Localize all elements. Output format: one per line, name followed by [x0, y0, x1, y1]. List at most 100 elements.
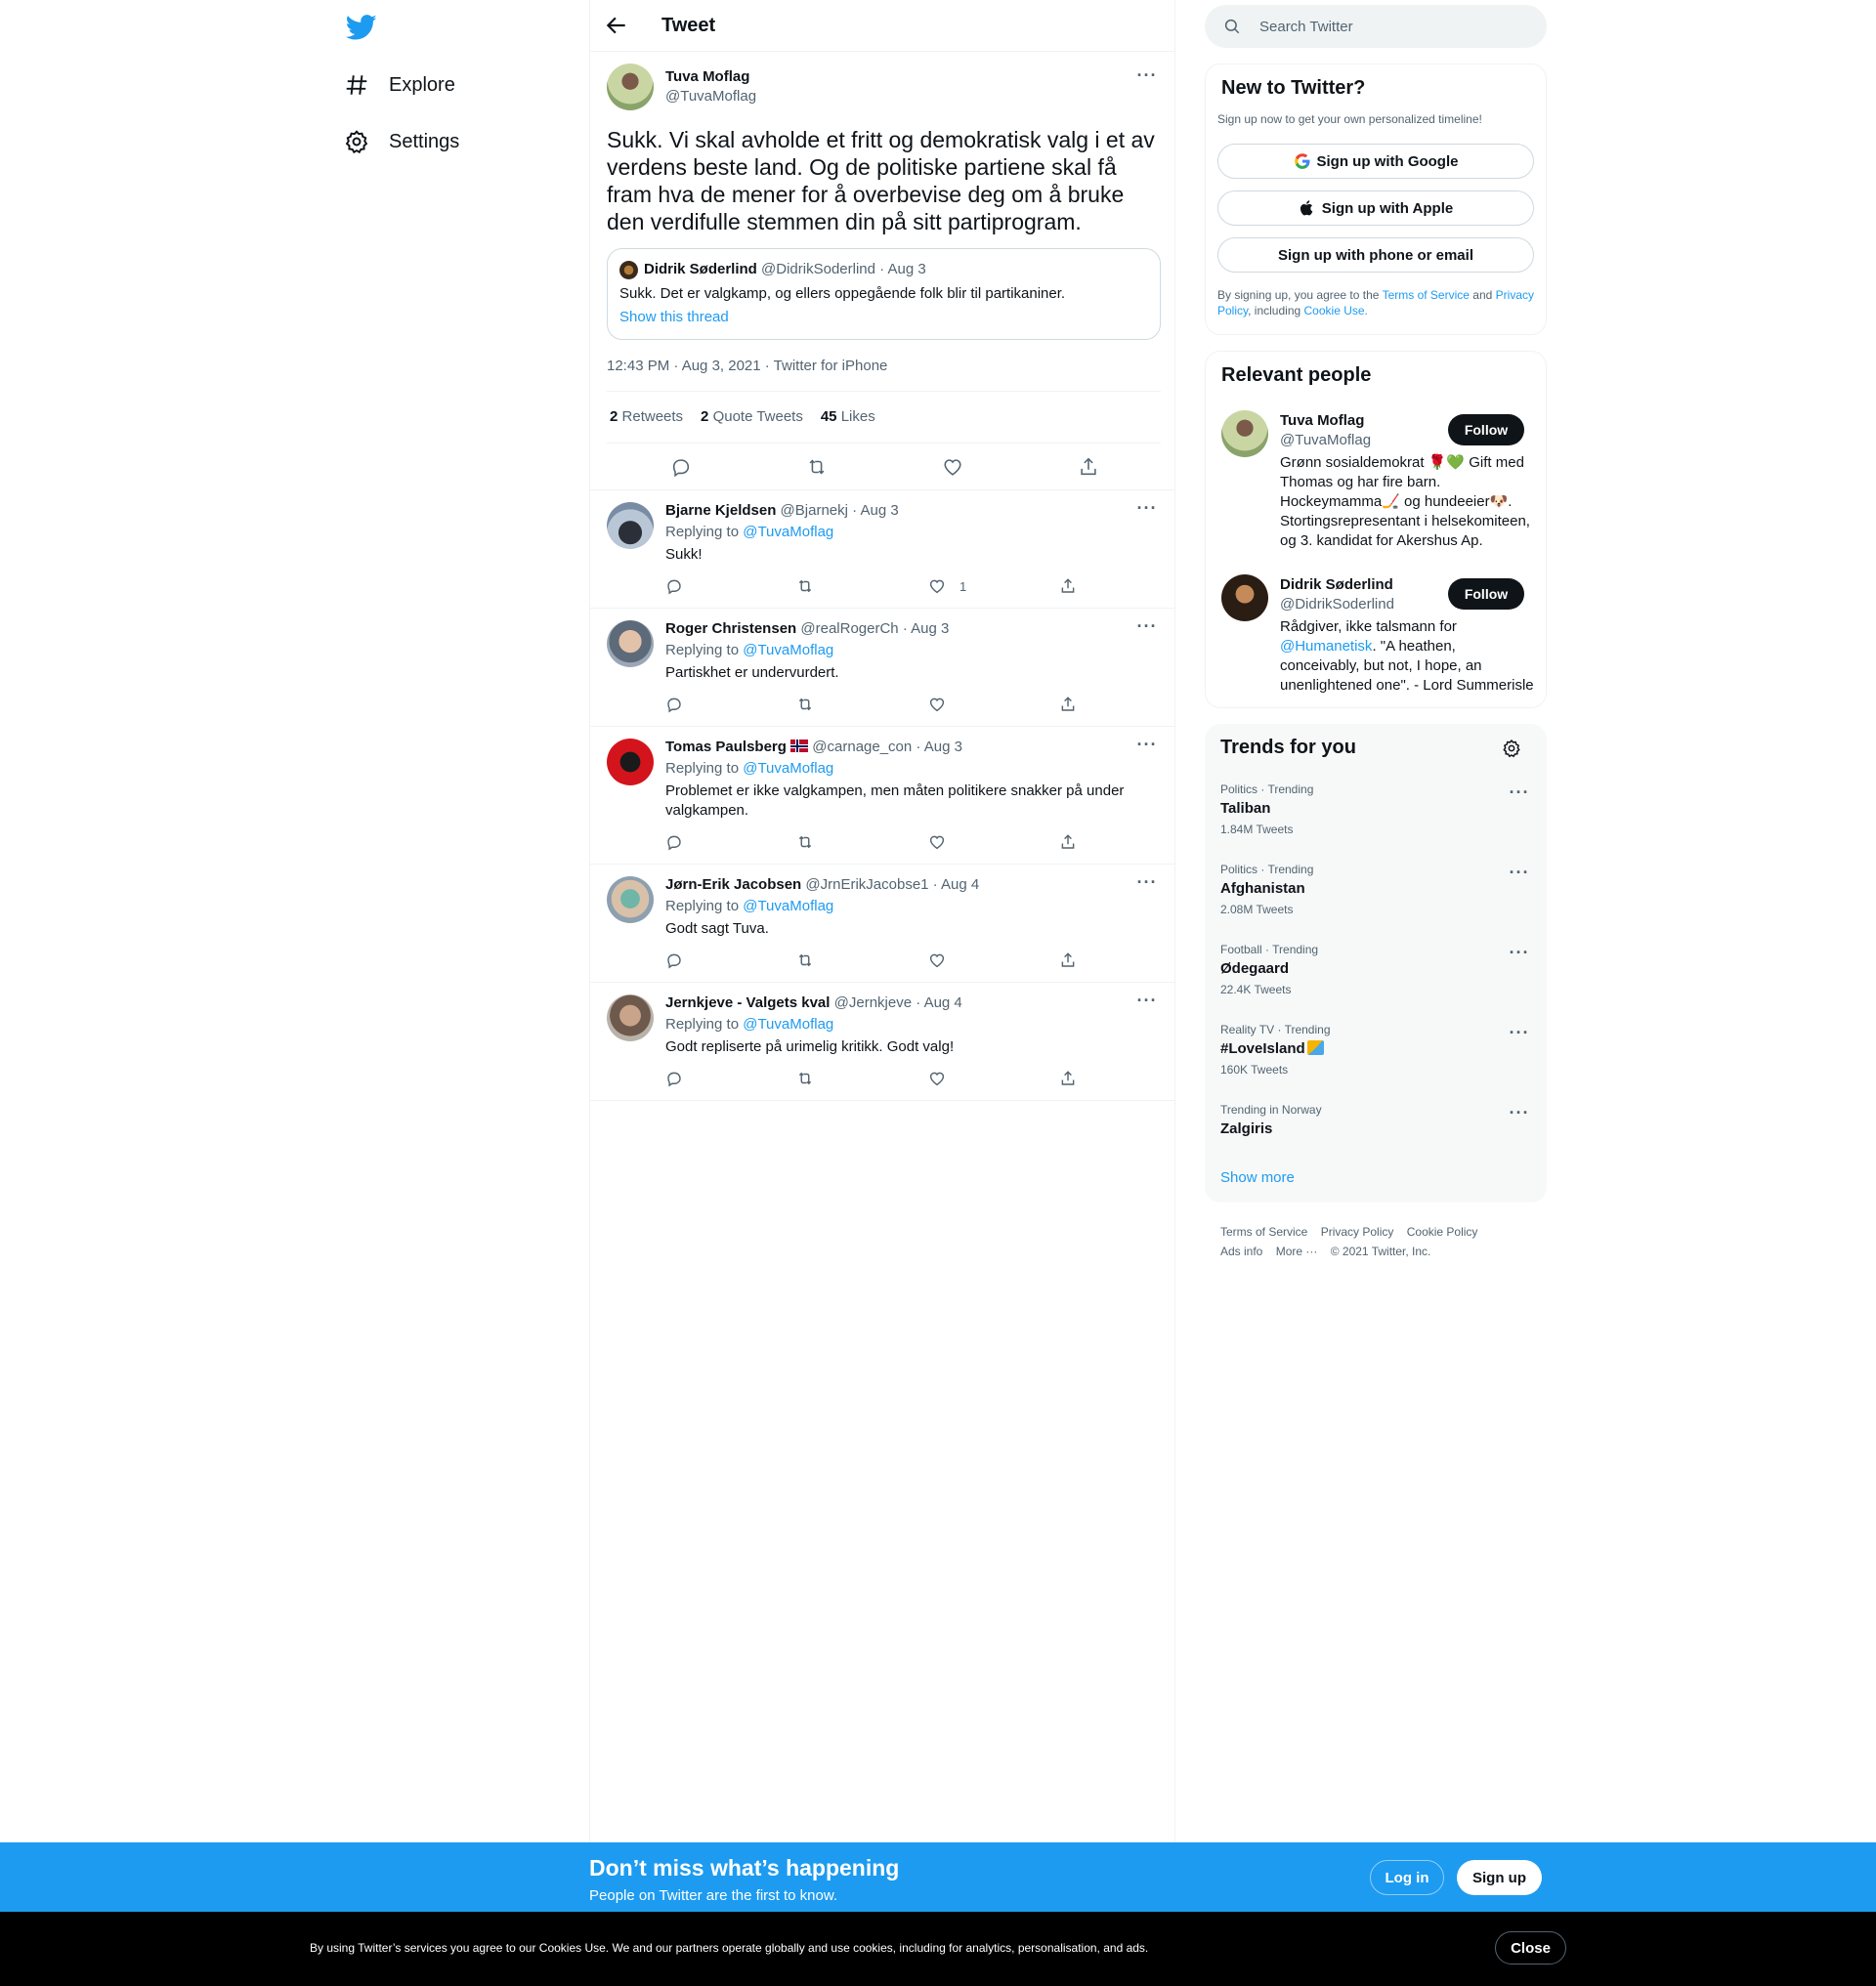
nav-explore[interactable]: Explore [344, 62, 455, 108]
reply-author-handle[interactable]: @Bjarnekj [781, 502, 848, 519]
settings-gear-icon[interactable] [1502, 739, 1521, 758]
signup-apple-button[interactable]: Sign up with Apple [1217, 190, 1534, 226]
reply-tweet[interactable]: Roger Christensen @realRogerCh · Aug 3 R… [590, 609, 1174, 727]
reply-author-name[interactable]: Jørn-Erik Jacobsen [665, 876, 801, 893]
follow-button[interactable]: Follow [1448, 578, 1524, 610]
person-handle[interactable]: @TuvaMoflag [1280, 432, 1371, 448]
more-icon[interactable]: ··· [1135, 992, 1159, 1016]
search-input[interactable] [1259, 5, 1533, 48]
more-icon[interactable]: ··· [1508, 1024, 1531, 1048]
more-icon[interactable]: ··· [1135, 873, 1159, 898]
reply-icon[interactable] [665, 577, 683, 595]
footer-more-link[interactable]: More ··· [1276, 1245, 1318, 1258]
mention-link[interactable]: @TuvaMoflag [743, 898, 833, 914]
retweet-icon[interactable] [796, 696, 814, 713]
tweet-timestamp[interactable]: 12:43 PM · Aug 3, 2021 · Twitter for iPh… [607, 358, 887, 374]
avatar[interactable] [607, 876, 654, 923]
reply-tweet[interactable]: Jernkjeve - Valgets kval @Jernkjeve · Au… [590, 983, 1174, 1101]
reply-author-name[interactable]: Bjarne Kjeldsen [665, 502, 776, 519]
like-icon[interactable] [928, 833, 946, 851]
reply-author-handle[interactable]: @JrnErikJacobse1 [805, 876, 928, 893]
more-icon[interactable]: ··· [1135, 499, 1159, 524]
like-icon[interactable] [928, 696, 946, 713]
reply-author-name[interactable]: Roger Christensen [665, 620, 796, 637]
likes-stat[interactable]: 45 Likes [821, 408, 875, 425]
reply-author-handle[interactable]: @Jernkjeve [834, 994, 912, 1011]
retweet-icon[interactable] [796, 951, 814, 969]
trend-item[interactable]: Politics · Trending Taliban 1.84M Tweets… [1220, 782, 1531, 836]
show-thread-link[interactable]: Show this thread [619, 309, 729, 325]
back-arrow-icon[interactable] [604, 13, 629, 38]
avatar[interactable] [607, 994, 654, 1041]
avatar[interactable] [1221, 410, 1268, 457]
mention-link[interactable]: @TuvaMoflag [743, 524, 833, 540]
quoted-tweet[interactable]: Didrik Søderlind @DidrikSoderlind · Aug … [607, 248, 1161, 340]
footer-cookie-link[interactable]: Cookie Policy [1407, 1225, 1478, 1239]
reply-icon[interactable] [670, 456, 692, 478]
more-icon[interactable]: ··· [1135, 736, 1159, 760]
footer-terms-link[interactable]: Terms of Service [1220, 1225, 1307, 1239]
more-icon[interactable]: ··· [1508, 1104, 1531, 1128]
retweet-icon[interactable] [796, 577, 814, 595]
signup-button[interactable]: Sign up [1457, 1860, 1542, 1895]
mention-link[interactable]: @TuvaMoflag [743, 760, 833, 777]
share-icon[interactable] [1059, 696, 1077, 713]
avatar[interactable] [607, 620, 654, 667]
person-name[interactable]: Didrik Søderlind [1280, 576, 1393, 593]
like-icon[interactable] [928, 577, 946, 595]
mention-link[interactable]: @TuvaMoflag [743, 1016, 833, 1033]
retweets-stat[interactable]: 2 Retweets [610, 408, 683, 425]
author-handle[interactable]: @TuvaMoflag [665, 88, 756, 105]
search-box[interactable] [1205, 5, 1547, 48]
avatar[interactable] [607, 502, 654, 549]
share-icon[interactable] [1078, 456, 1099, 478]
avatar[interactable] [607, 739, 654, 785]
trend-item[interactable]: Football · Trending Ødegaard 22.4K Tweet… [1220, 943, 1531, 996]
more-icon[interactable]: ··· [1508, 944, 1531, 968]
reply-tweet[interactable]: Bjarne Kjeldsen @Bjarnekj · Aug 3 Replyi… [590, 490, 1174, 609]
reply-date[interactable]: · Aug 4 [916, 994, 962, 1011]
signup-phone-email-button[interactable]: Sign up with phone or email [1217, 237, 1534, 273]
person-name[interactable]: Tuva Moflag [1280, 412, 1364, 429]
reply-author-name[interactable]: Jernkjeve - Valgets kval [665, 994, 830, 1011]
terms-link[interactable]: Terms of Service [1383, 288, 1470, 302]
trend-item[interactable]: Reality TV · Trending #LoveIsland 160K T… [1220, 1023, 1531, 1077]
twitter-logo-icon[interactable] [346, 12, 377, 43]
like-icon[interactable] [928, 951, 946, 969]
mention-link[interactable]: @TuvaMoflag [743, 642, 833, 658]
reply-icon[interactable] [665, 833, 683, 851]
reply-icon[interactable] [665, 951, 683, 969]
share-icon[interactable] [1059, 1070, 1077, 1087]
trend-item[interactable]: Politics · Trending Afghanistan 2.08M Tw… [1220, 863, 1531, 916]
more-icon[interactable]: ··· [1135, 66, 1159, 91]
login-button[interactable]: Log in [1370, 1860, 1444, 1895]
like-icon[interactable] [928, 1070, 946, 1087]
trend-item[interactable]: Trending in Norway Zalgiris ··· [1220, 1103, 1531, 1137]
person-handle[interactable]: @DidrikSoderlind [1280, 596, 1394, 613]
more-icon[interactable]: ··· [1135, 617, 1159, 642]
follow-button[interactable]: Follow [1448, 414, 1524, 445]
retweet-icon[interactable] [796, 833, 814, 851]
mention-link[interactable]: @Humanetisk [1280, 638, 1372, 655]
more-icon[interactable]: ··· [1508, 783, 1531, 808]
reply-date[interactable]: · Aug 3 [903, 620, 950, 637]
cookie-use-link[interactable]: Cookie Use. [1304, 304, 1368, 317]
reply-author-handle[interactable]: @carnage_con [812, 739, 912, 755]
footer-ads-link[interactable]: Ads info [1220, 1245, 1262, 1258]
more-icon[interactable]: ··· [1508, 864, 1531, 888]
reply-author-name[interactable]: Tomas Paulsberg [665, 739, 787, 755]
reply-tweet[interactable]: Tomas Paulsberg @carnage_con · Aug 3 Rep… [590, 727, 1174, 865]
close-button[interactable]: Close [1495, 1931, 1566, 1965]
reply-date[interactable]: · Aug 4 [933, 876, 980, 893]
signup-google-button[interactable]: Sign up with Google [1217, 144, 1534, 179]
reply-date[interactable]: · Aug 3 [916, 739, 962, 755]
reply-author-handle[interactable]: @realRogerCh [800, 620, 898, 637]
footer-privacy-link[interactable]: Privacy Policy [1321, 1225, 1394, 1239]
author-name[interactable]: Tuva Moflag [665, 68, 749, 85]
nav-settings[interactable]: Settings [344, 118, 459, 165]
retweet-icon[interactable] [796, 1070, 814, 1087]
show-more-link[interactable]: Show more [1220, 1169, 1295, 1186]
reply-icon[interactable] [665, 1070, 683, 1087]
avatar[interactable] [1221, 574, 1268, 621]
reply-tweet[interactable]: Jørn-Erik Jacobsen @JrnErikJacobse1 · Au… [590, 865, 1174, 983]
